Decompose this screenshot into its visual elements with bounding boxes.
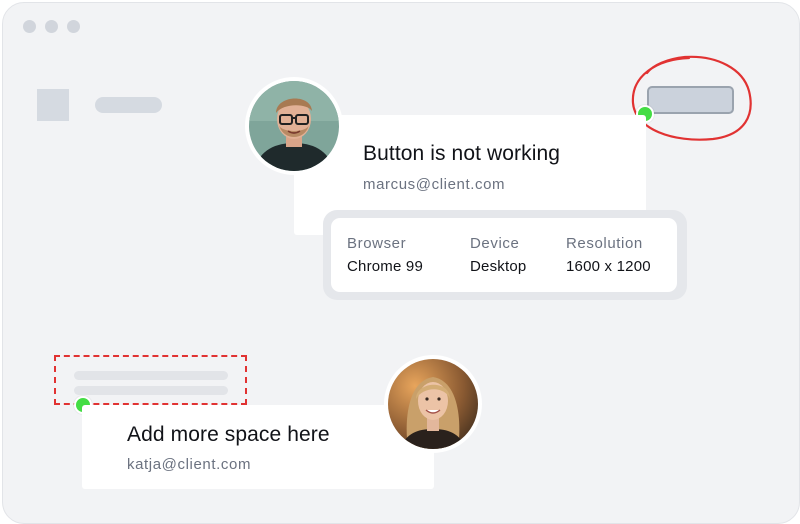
logo-placeholder xyxy=(37,89,69,121)
metadata-card: Browser Chrome 99 Device Desktop Resolut… xyxy=(331,218,677,292)
feedback-title: Add more space here xyxy=(127,423,330,446)
text-line-placeholder xyxy=(74,386,228,395)
device-label: Device xyxy=(470,235,520,252)
nav-placeholder xyxy=(95,97,162,113)
resolution-column: Resolution 1600 x 1200 xyxy=(566,235,651,275)
metadata-panel: Browser Chrome 99 Device Desktop Resolut… xyxy=(323,210,687,300)
woman-avatar xyxy=(384,355,482,453)
browser-window: Button is not working marcus@client.com … xyxy=(2,2,800,524)
device-column: Device Desktop xyxy=(470,235,526,275)
resolution-label: Resolution xyxy=(566,235,643,252)
browser-column: Browser Chrome 99 xyxy=(347,235,423,275)
browser-value: Chrome 99 xyxy=(347,258,424,275)
device-value: Desktop xyxy=(470,258,527,275)
man-with-glasses-avatar xyxy=(245,77,343,175)
resolution-value: 1600 x 1200 xyxy=(566,258,651,275)
reporter-email[interactable]: katja@client.com xyxy=(127,456,251,473)
window-dot[interactable] xyxy=(23,20,36,33)
feedback-card[interactable]: Add more space here katja@client.com xyxy=(82,405,434,489)
reporter-email[interactable]: marcus@client.com xyxy=(363,176,505,193)
window-dot[interactable] xyxy=(67,20,80,33)
feedback-title: Button is not working xyxy=(363,142,561,165)
text-line-placeholder xyxy=(74,371,228,380)
browser-label: Browser xyxy=(347,235,407,252)
window-dot[interactable] xyxy=(45,20,58,33)
target-button[interactable] xyxy=(647,86,734,114)
